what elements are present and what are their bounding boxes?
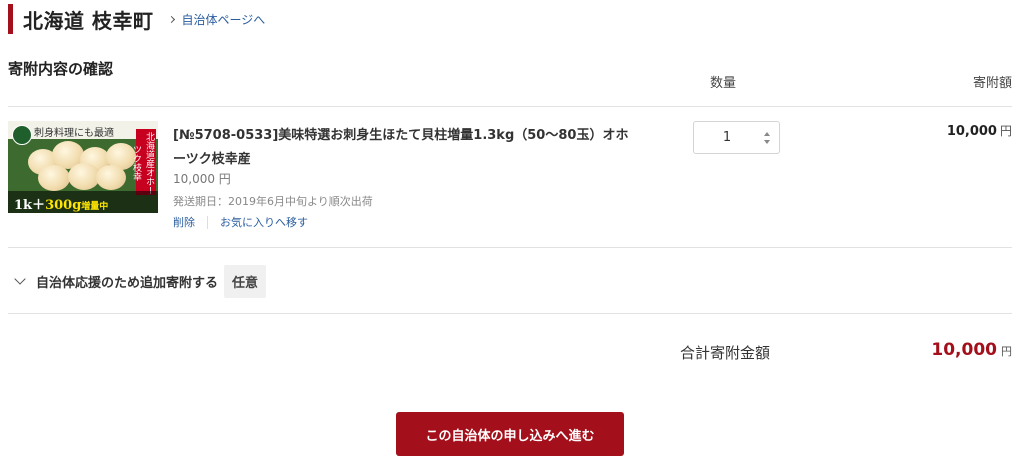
shipping-date: 発送期日：2019年6月中旬より順次出荷 (173, 195, 373, 208)
header-accent-bar (8, 4, 13, 34)
link-separator (207, 215, 208, 229)
divider (8, 313, 1012, 314)
total-amount-value: 10,000 (931, 340, 997, 360)
item-actions: 削除 お気に入りへ移す (173, 214, 308, 230)
thumbnail-badge: 北海道産オホーツク枝幸 (131, 129, 156, 195)
delete-link[interactable]: 削除 (173, 214, 195, 230)
quantity-value: 1 (722, 130, 732, 145)
item-amount-unit: 円 (999, 124, 1012, 138)
quantity-select[interactable]: 1 (693, 121, 780, 154)
product-title[interactable]: [№5708-0533]美味特選お刺身生ほたて貝柱増量1.3kg（50～80玉）… (173, 124, 633, 172)
total-label: 合計寄附金額 (680, 344, 771, 362)
thumbnail-caption-highlight: 300g (45, 198, 82, 213)
proceed-button[interactable]: この自治体の申し込みへ進む (396, 412, 624, 456)
thumbnail-caption-suffix: 増量中 (81, 202, 109, 212)
item-amount-value: 10,000 (946, 124, 997, 139)
chevron-right-icon (168, 15, 176, 23)
total-amount: 10,000 円 (931, 340, 1012, 360)
total-amount-unit: 円 (1001, 345, 1012, 358)
move-to-favorites-link[interactable]: お気に入りへ移す (220, 214, 308, 230)
municipality-header: 北海道 枝幸町 自治体ページへ (8, 4, 265, 34)
section-title: 寄附内容の確認 (8, 60, 114, 78)
column-header-quantity: 数量 (710, 76, 737, 91)
extra-donation-toggle[interactable]: 自治体応援のため追加寄附する 任意 (14, 264, 267, 298)
chevron-down-icon (14, 273, 26, 285)
select-arrows-icon (764, 132, 770, 144)
divider (8, 106, 1012, 107)
product-thumbnail[interactable]: 刺身料理にも最適 北海道産オホーツク枝幸 1k＋300g増量中 (8, 121, 158, 213)
municipality-page-link-label: 自治体ページへ (181, 12, 266, 27)
product-price: 10,000 円 (173, 172, 231, 186)
thumbnail-caption-bottom: 1k＋300g増量中 (8, 191, 158, 213)
optional-tag: 任意 (224, 264, 267, 298)
municipality-name: 北海道 枝幸町 (23, 8, 154, 33)
column-header-amount: 寄附額 (972, 76, 1012, 91)
thumbnail-caption-prefix: 1k＋ (14, 198, 46, 213)
extra-donation-label: 自治体応援のため追加寄附する (36, 275, 219, 291)
divider (8, 247, 1012, 248)
item-amount: 10,000 円 (947, 122, 1012, 139)
scallops-image (24, 139, 140, 191)
municipality-page-link[interactable]: 自治体ページへ (168, 11, 266, 28)
